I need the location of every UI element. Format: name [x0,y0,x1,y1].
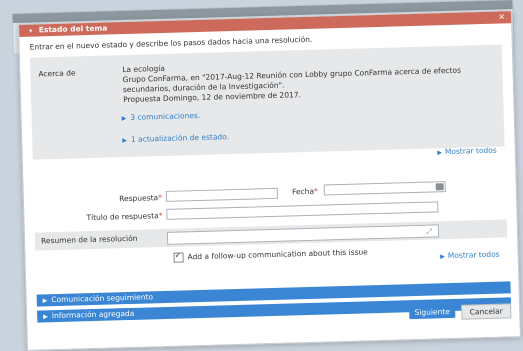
info-links: ▶ 3 comunicaciones. ▶ 1 actualización de e… [122,110,230,157]
communications-link[interactable]: ▶ 3 comunicaciones. [122,110,229,122]
dialog-header-title: Estado del tema [38,23,108,35]
resumen-label: Resumen de la resolución [40,233,138,246]
section-informacion-label: Información agregada [51,308,135,321]
triangle-right-icon: ▶ [121,115,127,123]
next-button[interactable]: Siguiente [409,304,456,320]
titulo-label-text: Título de respuesta [86,211,159,223]
section-comunicacion-label: Comunicación seguimiento [51,292,154,305]
followup-checkbox[interactable]: ✓ [173,250,184,263]
close-icon[interactable]: ✕ [498,11,505,23]
fecha-input[interactable] [323,181,446,196]
respuesta-label: Respuesta* [74,193,162,204]
cancel-button[interactable]: Cancelar [461,303,512,320]
checkmark-icon: ✓ [174,250,182,260]
expand-icon[interactable]: ⤢ [426,228,432,237]
required-mark: * [158,193,163,203]
required-mark: * [158,211,163,221]
show-all-link[interactable]: ▶ Mostrar todos [437,146,497,157]
communications-link-label: 3 comunicaciones. [130,110,201,122]
triangle-right-icon: ▶ [42,297,48,305]
triangle-right-icon: ▶ [440,253,445,261]
triangle-right-icon: ▶ [43,313,48,321]
calendar-icon[interactable] [435,183,444,191]
status-updates-link-label: 1 actualización de estado. [130,132,230,144]
resumen-textarea[interactable]: ⤢ [166,224,440,245]
show-all-label-2: Mostrar todos [447,249,500,261]
resumen-row: Resumen de la resolución ⤢ [34,219,508,251]
respuesta-label-text: Respuesta [119,193,159,204]
followup-row[interactable]: ✓ Add a follow-up communication about th… [173,247,368,263]
show-all-label: Mostrar todos [444,145,497,157]
show-all-link-2[interactable]: ▶ Mostrar todos [440,250,500,261]
followup-label: Add a follow-up communication about this… [187,247,368,262]
titulo-input[interactable] [166,201,439,220]
fecha-label-text: Fecha [291,186,315,197]
fecha-label: Fecha* [288,187,318,197]
triangle-right-icon: ▶ [437,149,443,157]
required-mark: * [313,186,318,196]
info-label: Acerca de [38,68,76,79]
issue-status-dialog: ▾ Estado del tema ✕ Entrar en el nuevo e… [18,10,521,351]
respuesta-input[interactable] [165,187,278,202]
titulo-label: Título de respuesta* [54,211,162,223]
status-updates-link[interactable]: ▶ 1 actualización de estado. [122,132,229,144]
triangle-right-icon: ▶ [122,137,128,145]
info-values: La ecología Grupo ConFarma, en "2017-Aug… [122,56,461,105]
issue-info-panel: Acerca de La ecología Grupo ConFarma, en… [29,44,505,160]
chevron-down-icon: ▾ [29,27,33,35]
